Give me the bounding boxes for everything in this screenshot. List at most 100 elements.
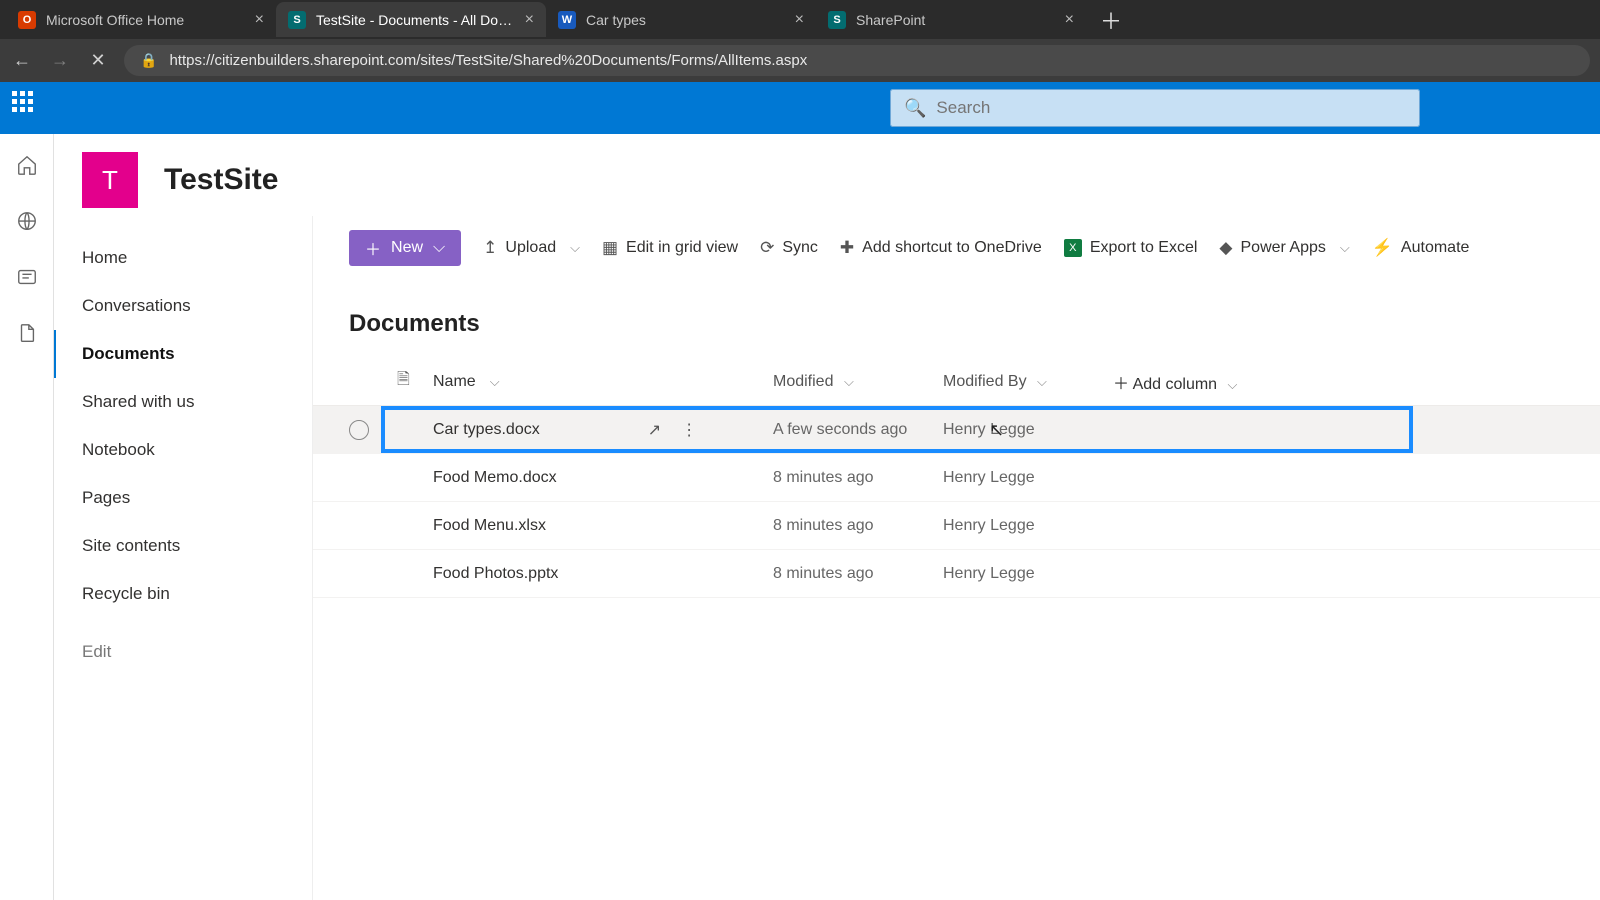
site-nav: Home Conversations Documents Shared with… [54, 216, 312, 900]
modified-cell: 8 minutes ago [773, 469, 943, 487]
sync-icon: ⟳ [760, 238, 774, 258]
chevron-down-icon: ⌵ [844, 374, 854, 389]
column-modified[interactable]: Modified ⌵ [773, 373, 943, 391]
close-icon[interactable]: × [1065, 11, 1074, 29]
powerapps-icon: ◆ [1219, 238, 1232, 258]
upload-button[interactable]: ↥ Upload ⌵ [483, 238, 580, 258]
plus-icon: ＋ [1113, 376, 1133, 393]
upload-label: Upload [505, 239, 556, 257]
global-app-rail [0, 134, 54, 900]
power-apps-button[interactable]: ◆ Power Apps ⌵ [1219, 238, 1349, 258]
nav-item-pages[interactable]: Pages [82, 474, 312, 522]
news-icon[interactable] [16, 266, 38, 288]
automate-icon: ⚡ [1372, 238, 1393, 258]
url-field[interactable]: 🔒 https://citizenbuilders.sharepoint.com… [124, 45, 1590, 76]
row-select-circle[interactable] [349, 564, 369, 584]
table-row[interactable]: Car types.docx ↗ ⋮ A few seconds ago Hen… [313, 406, 1600, 454]
nav-item-shared[interactable]: Shared with us [82, 378, 312, 426]
export-excel-label: Export to Excel [1090, 239, 1198, 257]
site-header: T TestSite [54, 134, 1600, 216]
browser-chrome: O Microsoft Office Home × S TestSite - D… [0, 0, 1600, 82]
new-tab-button[interactable]: ＋ [1086, 4, 1136, 36]
nav-item-conversations[interactable]: Conversations [82, 282, 312, 330]
add-shortcut-label: Add shortcut to OneDrive [862, 239, 1042, 257]
grid-icon: ▦ [602, 238, 618, 258]
sync-button[interactable]: ⟳ Sync [760, 238, 818, 258]
onedrive-icon: ✚ [840, 238, 854, 258]
nav-item-recycle[interactable]: Recycle bin [82, 570, 312, 618]
tab-title: Car types [586, 12, 785, 28]
close-icon[interactable]: × [255, 11, 264, 29]
share-icon[interactable]: ↗ [648, 420, 661, 440]
chevron-down-icon: ⌵ [433, 239, 445, 257]
sync-label: Sync [782, 239, 818, 257]
nav-edit-link[interactable]: Edit [82, 628, 312, 676]
close-icon[interactable]: × [525, 11, 534, 29]
browser-tab[interactable]: S TestSite - Documents - All Docum × [276, 2, 546, 37]
chevron-down-icon: ⌵ [1340, 240, 1350, 256]
column-modified-label: Modified [773, 373, 833, 390]
more-icon[interactable]: ⋮ [681, 420, 697, 440]
add-column-button[interactable]: ＋ Add column ⌵ [1113, 370, 1600, 394]
browser-tab[interactable]: O Microsoft Office Home × [6, 2, 276, 37]
table-row[interactable]: Food Memo.docx 8 minutes ago Henry Legge [313, 454, 1600, 502]
search-icon: 🔍 [904, 98, 926, 119]
automate-button[interactable]: ⚡ Automate [1372, 238, 1470, 258]
office-icon: O [18, 11, 36, 29]
chevron-down-icon: ⌵ [490, 374, 500, 390]
file-name[interactable]: Food Memo.docx [433, 469, 557, 487]
export-excel-button[interactable]: X Export to Excel [1064, 239, 1198, 257]
table-header: 🗎 Name ⌵ Modified ⌵ Modified By ⌵ [313, 358, 1600, 406]
add-shortcut-button[interactable]: ✚ Add shortcut to OneDrive [840, 238, 1042, 258]
file-name[interactable]: Car types.docx [433, 421, 540, 439]
command-bar: ＋ New ⌵ ↥ Upload ⌵ ▦ Edit in grid view [313, 216, 1600, 280]
power-apps-label: Power Apps [1241, 239, 1326, 257]
table-row[interactable]: Food Photos.pptx 8 minutes ago Henry Leg… [313, 550, 1600, 598]
app-launcher-icon[interactable] [12, 91, 46, 125]
table-row[interactable]: Food Menu.xlsx 8 minutes ago Henry Legge [313, 502, 1600, 550]
nav-item-contents[interactable]: Site contents [82, 522, 312, 570]
file-name[interactable]: Food Photos.pptx [433, 565, 558, 583]
automate-label: Automate [1401, 239, 1469, 257]
new-label: New [391, 239, 423, 257]
content-area: ＋ New ⌵ ↥ Upload ⌵ ▦ Edit in grid view [312, 216, 1600, 900]
site-logo[interactable]: T [82, 152, 138, 208]
modified-by-cell: Henry Legge [943, 469, 1113, 487]
files-icon[interactable] [16, 322, 38, 344]
search-input[interactable] [936, 98, 1406, 118]
close-icon[interactable]: × [795, 11, 804, 29]
tab-title: TestSite - Documents - All Docum [316, 12, 515, 28]
word-icon: W [558, 11, 576, 29]
column-by-label: Modified By [943, 373, 1027, 390]
modified-cell: A few seconds ago [773, 421, 943, 439]
stop-reload-button[interactable]: ✕ [86, 50, 110, 71]
browser-tab[interactable]: W Car types × [546, 2, 816, 37]
filetype-column-icon[interactable]: 🗎 [397, 368, 433, 395]
library-title: Documents [349, 310, 1600, 338]
nav-item-notebook[interactable]: Notebook [82, 426, 312, 474]
modified-by-cell: Henry Legge [943, 421, 1113, 439]
home-icon[interactable] [16, 154, 38, 176]
browser-tab[interactable]: S SharePoint × [816, 2, 1086, 37]
nav-item-documents[interactable]: Documents [54, 330, 312, 378]
back-button[interactable]: ← [10, 50, 34, 71]
nav-item-home[interactable]: Home [82, 234, 312, 282]
globe-icon[interactable] [16, 210, 38, 232]
lock-icon: 🔒 [140, 52, 157, 69]
row-select-circle[interactable] [349, 420, 369, 440]
column-modified-by[interactable]: Modified By ⌵ [943, 373, 1113, 391]
new-button[interactable]: ＋ New ⌵ [349, 230, 461, 266]
file-name[interactable]: Food Menu.xlsx [433, 517, 546, 535]
sharepoint-icon: S [288, 11, 306, 29]
row-select-circle[interactable] [349, 468, 369, 488]
add-column-label: Add column [1133, 376, 1218, 393]
edit-grid-button[interactable]: ▦ Edit in grid view [602, 238, 738, 258]
forward-button[interactable]: → [48, 50, 72, 71]
search-box[interactable]: 🔍 [890, 89, 1420, 127]
url-text: https://citizenbuilders.sharepoint.com/s… [169, 52, 807, 69]
row-select-circle[interactable] [349, 516, 369, 536]
modified-cell: 8 minutes ago [773, 565, 943, 583]
sharepoint-icon: S [828, 11, 846, 29]
column-name[interactable]: Name ⌵ [433, 373, 773, 391]
tab-title: SharePoint [856, 12, 1055, 28]
